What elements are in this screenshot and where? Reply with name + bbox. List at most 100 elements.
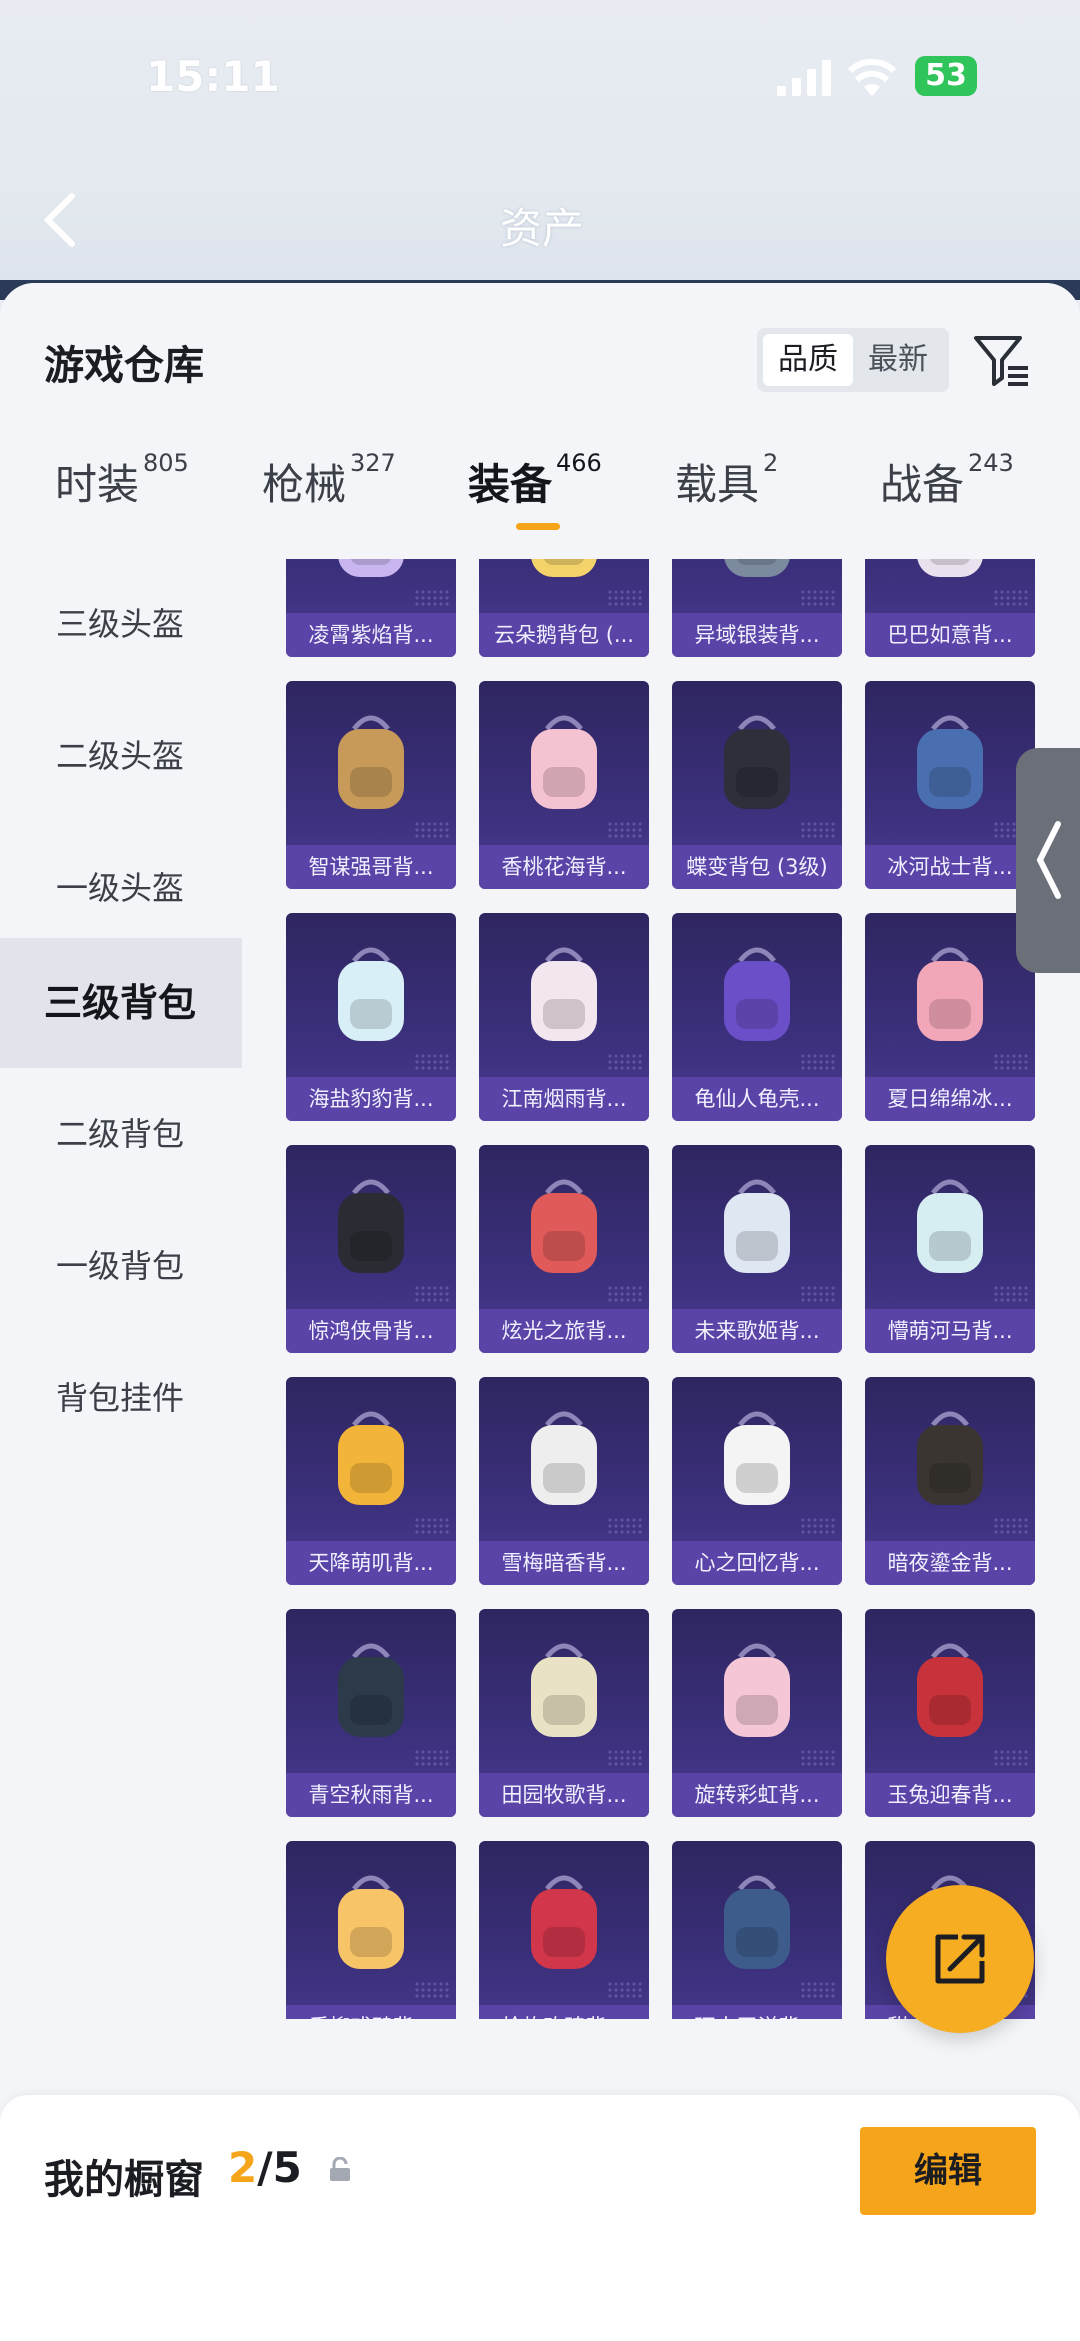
item-name: 海盐豹豹背... bbox=[286, 1077, 456, 1121]
showcase-count-current: 2 bbox=[228, 2143, 258, 2192]
card-pattern bbox=[607, 589, 643, 607]
item-name: 冰河战士背... bbox=[865, 845, 1035, 889]
sidebar-item-pendant[interactable]: 背包挂件 bbox=[0, 1333, 242, 1463]
backpack-icon bbox=[338, 1875, 404, 1969]
sidebar-item-backpack-3[interactable]: 三级背包 bbox=[0, 938, 242, 1068]
card-pattern bbox=[800, 821, 836, 839]
card-pattern bbox=[414, 589, 450, 607]
tab-battle-gear[interactable]: 战备 243 bbox=[880, 449, 1014, 512]
card-pattern bbox=[607, 1053, 643, 1071]
backpack-icon bbox=[531, 1179, 597, 1273]
item-card[interactable]: 冰河战士背... bbox=[865, 681, 1035, 889]
backpack-icon bbox=[917, 947, 983, 1041]
item-name: 香桃花海背... bbox=[479, 845, 649, 889]
card-pattern bbox=[993, 589, 1029, 607]
battery-icon: 53 bbox=[915, 56, 977, 96]
showcase-bar: 我的橱窗 2/5 编辑 bbox=[0, 2095, 1080, 2341]
status-bar: 15:11 53 bbox=[0, 40, 1080, 120]
item-card[interactable]: 香桃花海背... bbox=[479, 681, 649, 889]
card-pattern bbox=[414, 1749, 450, 1767]
item-name: 天降萌叽背... bbox=[286, 1541, 456, 1585]
item-card[interactable]: 炫光之旅背... bbox=[479, 1145, 649, 1353]
item-card[interactable]: 环太平洋背... bbox=[672, 1841, 842, 2019]
backpack-icon bbox=[917, 1411, 983, 1505]
backpack-icon bbox=[724, 1411, 790, 1505]
sidebar-item-helmet-3[interactable]: 三级头盔 bbox=[0, 559, 242, 689]
item-card[interactable]: 巴巴如意背... bbox=[865, 559, 1035, 657]
filter-icon[interactable] bbox=[972, 330, 1032, 390]
tab-equipment[interactable]: 装备 466 bbox=[468, 449, 602, 530]
sidebar-item-backpack-2[interactable]: 二级背包 bbox=[0, 1069, 242, 1199]
item-card[interactable]: 青空秋雨背... bbox=[286, 1609, 456, 1817]
battery-level: 53 bbox=[925, 58, 967, 93]
item-card[interactable]: 异域银装背... bbox=[672, 559, 842, 657]
sidebar-item-label: 一级头盔 bbox=[56, 869, 185, 907]
item-card[interactable]: 垂柳戏鸭背... bbox=[286, 1841, 456, 2019]
backpack-icon bbox=[338, 559, 404, 577]
item-card[interactable]: 田园牧歌背... bbox=[479, 1609, 649, 1817]
tab-guns[interactable]: 枪械 327 bbox=[262, 449, 396, 512]
showcase-count: 2/5 bbox=[228, 2143, 302, 2192]
item-card[interactable]: 未来歌姬背... bbox=[672, 1145, 842, 1353]
card-pattern bbox=[607, 1285, 643, 1303]
item-card[interactable]: 暗夜鎏金背... bbox=[865, 1377, 1035, 1585]
card-pattern bbox=[993, 1053, 1029, 1071]
share-button[interactable] bbox=[886, 1885, 1034, 2033]
item-card[interactable]: 智谋强哥背... bbox=[286, 681, 456, 889]
item-name: 暗夜鎏金背... bbox=[865, 1541, 1035, 1585]
lock-icon bbox=[330, 2157, 350, 2181]
sort-quality-button[interactable]: 品质 bbox=[763, 334, 853, 386]
item-card[interactable]: 惊鸿侠骨背... bbox=[286, 1145, 456, 1353]
sort-latest-button[interactable]: 最新 bbox=[853, 334, 943, 386]
backpack-icon bbox=[724, 715, 790, 809]
item-name: 未来歌姬背... bbox=[672, 1309, 842, 1353]
backpack-icon bbox=[531, 715, 597, 809]
nav-title: 资产 bbox=[500, 204, 585, 253]
item-name: 枪炮玫瑰背... bbox=[479, 2005, 649, 2019]
card-pattern bbox=[414, 1053, 450, 1071]
tab-fashion[interactable]: 时装 805 bbox=[55, 449, 189, 512]
sidebar-item-helmet-2[interactable]: 二级头盔 bbox=[0, 691, 242, 821]
item-name: 旋转彩虹背... bbox=[672, 1773, 842, 1817]
card-pattern bbox=[800, 1517, 836, 1535]
card-pattern bbox=[607, 1749, 643, 1767]
side-panel-handle[interactable] bbox=[1016, 748, 1080, 973]
chevron-left-icon bbox=[1036, 821, 1061, 899]
sheet-title: 游戏仓库 bbox=[44, 343, 204, 389]
item-card[interactable]: 旋转彩虹背... bbox=[672, 1609, 842, 1817]
card-pattern bbox=[993, 1285, 1029, 1303]
item-card[interactable]: 夏日绵绵冰... bbox=[865, 913, 1035, 1121]
item-card[interactable]: 枪炮玫瑰背... bbox=[479, 1841, 649, 2019]
sidebar-item-helmet-1[interactable]: 一级头盔 bbox=[0, 823, 242, 953]
backpack-icon bbox=[338, 1411, 404, 1505]
category-tabs: 时装 805 枪械 327 装备 466 载具 2 战备 243 bbox=[0, 433, 1080, 543]
backpack-icon bbox=[724, 1643, 790, 1737]
item-card[interactable]: 江南烟雨背... bbox=[479, 913, 649, 1121]
item-card[interactable]: 雪梅暗香背... bbox=[479, 1377, 649, 1585]
tab-count: 243 bbox=[968, 449, 1014, 477]
item-card[interactable]: 玉兔迎春背... bbox=[865, 1609, 1035, 1817]
edit-button[interactable]: 编辑 bbox=[860, 2127, 1036, 2215]
backpack-icon bbox=[724, 947, 790, 1041]
item-name: 雪梅暗香背... bbox=[479, 1541, 649, 1585]
sidebar-item-backpack-1[interactable]: 一级背包 bbox=[0, 1201, 242, 1331]
item-card[interactable]: 懵萌河马背... bbox=[865, 1145, 1035, 1353]
item-name: 垂柳戏鸭背... bbox=[286, 2005, 456, 2019]
tab-vehicles[interactable]: 载具 2 bbox=[675, 449, 778, 512]
sidebar-item-label: 三级背包 bbox=[44, 981, 197, 1025]
back-arrow-icon[interactable] bbox=[40, 190, 80, 250]
tab-count: 466 bbox=[556, 449, 602, 477]
item-card[interactable]: 云朵鹅背包 (... bbox=[479, 559, 649, 657]
item-card[interactable]: 龟仙人龟壳... bbox=[672, 913, 842, 1121]
card-pattern bbox=[800, 1053, 836, 1071]
card-pattern bbox=[993, 1749, 1029, 1767]
item-name: 云朵鹅背包 (... bbox=[479, 613, 649, 657]
item-card[interactable]: 海盐豹豹背... bbox=[286, 913, 456, 1121]
item-card[interactable]: 天降萌叽背... bbox=[286, 1377, 456, 1585]
tab-label: 装备 bbox=[468, 460, 553, 509]
item-name: 凌霄紫焰背... bbox=[286, 613, 456, 657]
item-card[interactable]: 蝶变背包 (3级) bbox=[672, 681, 842, 889]
item-card[interactable]: 凌霄紫焰背... bbox=[286, 559, 456, 657]
item-card[interactable]: 心之回忆背... bbox=[672, 1377, 842, 1585]
backpack-icon bbox=[531, 1411, 597, 1505]
